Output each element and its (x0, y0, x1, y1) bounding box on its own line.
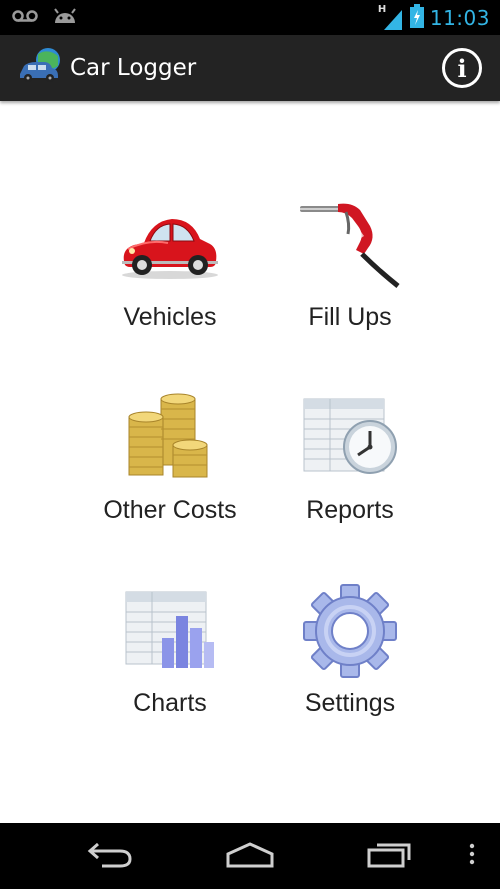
gear-icon (295, 581, 405, 681)
home-icon (224, 840, 276, 872)
android-icon (52, 7, 78, 29)
menu-item-label: Settings (304, 689, 396, 717)
main-menu-grid: Vehicles Fill Ups Other Costs Reports Ch… (80, 195, 440, 774)
signal-icon: H (378, 4, 404, 30)
info-button[interactable]: i (442, 48, 482, 88)
back-icon (86, 840, 134, 872)
report-clock-icon (295, 388, 405, 488)
coins-icon (115, 388, 225, 488)
bar-chart-icon (115, 581, 225, 681)
status-notifications (12, 7, 78, 29)
app-brand: Car Logger (16, 46, 196, 90)
menu-item-other-costs[interactable]: Other Costs (80, 388, 260, 581)
status-time: 11:03 (429, 5, 490, 30)
menu-item-fill-ups[interactable]: Fill Ups (260, 195, 440, 388)
recent-apps-button[interactable] (360, 823, 420, 889)
info-icon: i (457, 53, 467, 83)
battery-charging-icon (409, 3, 424, 32)
action-bar: Car Logger i (0, 35, 500, 101)
fuel-nozzle-icon (295, 195, 405, 295)
menu-item-settings[interactable]: Settings (260, 581, 440, 774)
menu-item-label: Reports (306, 496, 394, 524)
menu-item-vehicles[interactable]: Vehicles (80, 195, 260, 388)
navigation-bar (0, 823, 500, 889)
menu-item-label: Other Costs (103, 496, 237, 524)
menu-item-label: Vehicles (123, 303, 217, 331)
app-title: Car Logger (70, 55, 197, 81)
home-button[interactable] (220, 823, 280, 889)
recent-apps-icon (365, 840, 415, 872)
status-bar: H 11:03 (0, 0, 500, 35)
car-logo-icon (16, 46, 64, 90)
red-car-icon (115, 195, 225, 295)
voicemail-icon (12, 8, 38, 27)
overflow-menu-icon (469, 843, 475, 869)
menu-item-reports[interactable]: Reports (260, 388, 440, 581)
status-system: H 11:03 (378, 3, 490, 32)
menu-item-label: Charts (133, 689, 207, 717)
menu-item-charts[interactable]: Charts (80, 581, 260, 774)
back-button[interactable] (80, 823, 140, 889)
overflow-menu-button[interactable] (460, 823, 484, 889)
menu-item-label: Fill Ups (308, 303, 392, 331)
